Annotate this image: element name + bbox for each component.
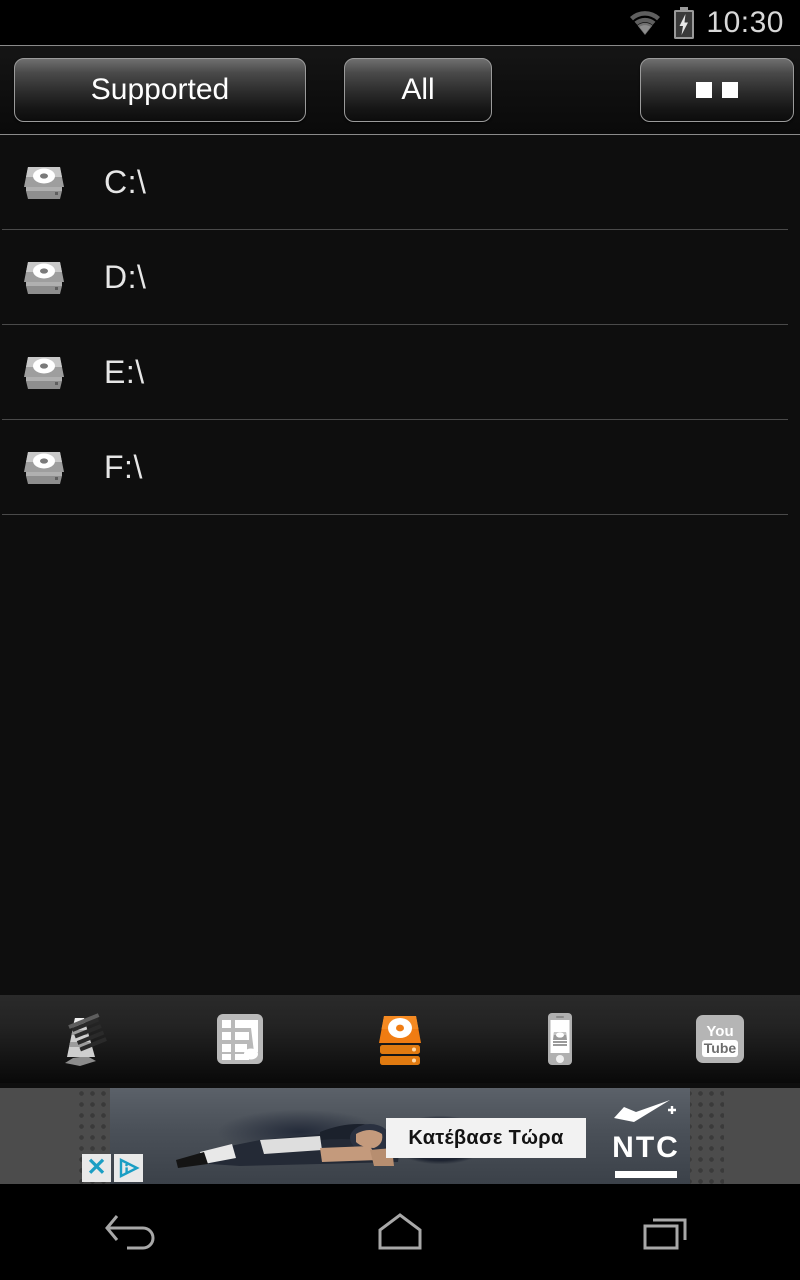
ad-cta-button[interactable]: Κατέβασε Τώρα [386, 1118, 586, 1158]
adchoices-icon [119, 1158, 140, 1178]
android-nav-bar [0, 1184, 800, 1280]
svg-text:Tube: Tube [704, 1040, 737, 1056]
ad-close-button[interactable]: ✕ [82, 1154, 111, 1182]
hard-drive-icon [20, 351, 68, 395]
close-icon: ✕ [86, 1154, 107, 1181]
ad-brand-logo: NTC [608, 1098, 684, 1178]
drive-label: D:\ [104, 259, 147, 295]
hard-drive-icon [20, 446, 68, 490]
ad-brand-label: NTC [612, 1131, 680, 1164]
overflow-menu-button[interactable] [640, 58, 794, 122]
app-screen: 10:30 Supported All C:\ D:\ E:\ F:\ You … [0, 0, 800, 1280]
youtube-icon: You Tube [691, 1010, 749, 1068]
back-arrow-icon [105, 1215, 155, 1250]
filter-all-label: All [401, 73, 435, 106]
filter-supported-button[interactable]: Supported [14, 58, 307, 122]
svg-text:You: You [706, 1023, 733, 1040]
list-item[interactable]: F:\ [0, 420, 800, 515]
battery-charging-icon [672, 6, 696, 39]
filter-supported-label: Supported [90, 73, 230, 106]
nav-recents-button[interactable] [533, 1184, 800, 1280]
home-icon [378, 1213, 422, 1250]
list-item[interactable]: C:\ [0, 135, 800, 230]
list-item[interactable]: E:\ [0, 325, 800, 420]
drive-stack-icon [371, 1010, 429, 1068]
nike-swoosh-icon [614, 1100, 676, 1122]
tab-playlist[interactable] [160, 995, 320, 1083]
nav-back-button[interactable] [0, 1184, 267, 1280]
overflow-menu-icon [696, 82, 713, 98]
ad-badges: ✕ [82, 1154, 143, 1182]
tab-youtube[interactable]: You Tube [640, 995, 800, 1083]
phone-icon [531, 1010, 589, 1068]
tab-drives[interactable] [320, 995, 480, 1083]
ad-brand-underline [615, 1171, 677, 1178]
recents-icon [643, 1218, 687, 1250]
wifi-icon [628, 10, 662, 36]
overflow-menu-icon-second [722, 82, 739, 98]
ad-cta-label: Κατέβασε Τώρα [408, 1126, 564, 1149]
drive-label: E:\ [104, 354, 145, 390]
ad-banner[interactable]: Κατέβασε Τώρα NTC ✕ [0, 1088, 800, 1184]
nav-home-button[interactable] [267, 1184, 534, 1280]
status-clock: 10:30 [706, 5, 784, 39]
hard-drive-icon [20, 161, 68, 205]
drive-label: F:\ [104, 449, 143, 485]
vlc-cone-icon [51, 1010, 109, 1068]
tab-device[interactable] [480, 995, 640, 1083]
hard-drive-icon [20, 256, 68, 300]
ad-texture-right [684, 1088, 724, 1184]
list-item[interactable]: D:\ [0, 230, 800, 325]
bottom-tab-bar: You Tube [0, 995, 800, 1083]
drive-list: C:\ D:\ E:\ F:\ [0, 135, 800, 515]
filter-all-button[interactable]: All [344, 58, 493, 122]
filter-toolbar: Supported All [0, 45, 800, 135]
adchoices-button[interactable] [114, 1154, 143, 1182]
status-bar: 10:30 [0, 0, 800, 45]
drive-label: C:\ [104, 164, 147, 200]
playlist-icon [211, 1010, 269, 1068]
tab-vlc[interactable] [0, 995, 160, 1083]
